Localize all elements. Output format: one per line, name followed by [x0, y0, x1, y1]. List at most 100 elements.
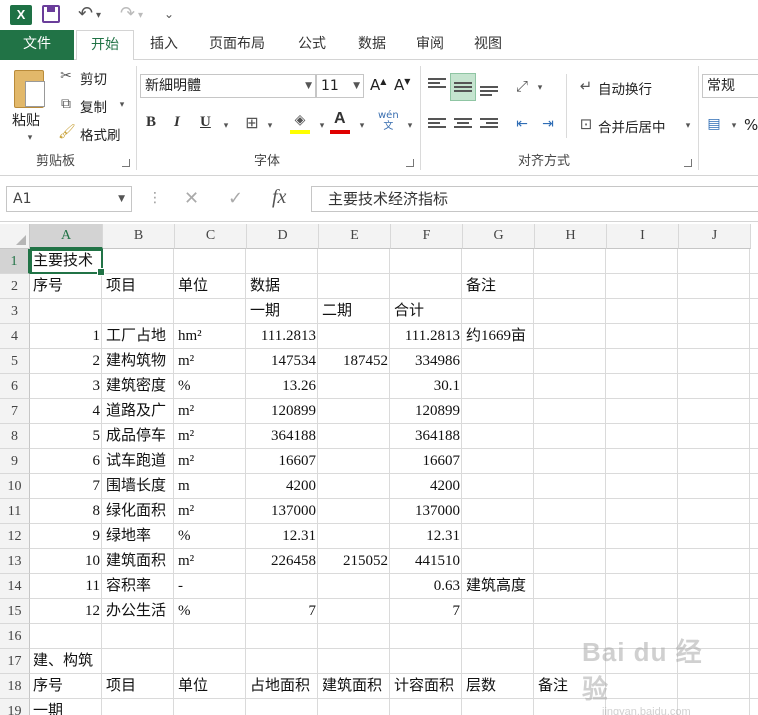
cell-a1[interactable]: 主要技术: [30, 249, 103, 274]
cell-f7[interactable]: 120899: [391, 399, 463, 424]
cell-g12[interactable]: [463, 524, 607, 549]
merge-dropdown-icon[interactable]: ▾: [680, 118, 696, 134]
tab-view[interactable]: 视图: [460, 30, 516, 60]
cell-d18[interactable]: 占地面积: [247, 674, 319, 699]
cell-c13[interactable]: m²: [175, 549, 247, 574]
row-header-10[interactable]: 10: [0, 474, 30, 499]
cell-g14[interactable]: 建筑高度: [463, 574, 607, 599]
cell-f15[interactable]: 7: [391, 599, 463, 624]
cell-a2[interactable]: 序号: [30, 274, 103, 299]
bottom-align-icon[interactable]: [480, 86, 498, 100]
font-color-dropdown-icon[interactable]: ▾: [354, 118, 370, 134]
cell-g15[interactable]: [463, 599, 607, 624]
border-dropdown-icon[interactable]: ▾: [262, 118, 278, 134]
accounting-format-icon[interactable]: ▤: [706, 116, 722, 132]
font-name-select[interactable]: 新細明體 ▼: [140, 74, 316, 98]
increase-font-icon[interactable]: A▲: [370, 76, 386, 94]
cell-d9[interactable]: 16607: [247, 449, 319, 474]
cell-b14[interactable]: 容积率: [103, 574, 175, 599]
select-all-corner[interactable]: [0, 224, 30, 249]
cell-g18[interactable]: 层数: [463, 674, 535, 699]
row-header-13[interactable]: 13: [0, 549, 30, 574]
cell-g10[interactable]: [463, 474, 607, 499]
column-header-d[interactable]: D: [247, 224, 319, 249]
cell-b7[interactable]: 道路及广: [103, 399, 175, 424]
cell-d6[interactable]: 13.26: [247, 374, 319, 399]
cell-d14[interactable]: [247, 574, 319, 599]
tab-home[interactable]: 开始: [76, 30, 134, 61]
cell-g7[interactable]: [463, 399, 607, 424]
cell-e8[interactable]: [319, 424, 391, 449]
tab-data[interactable]: 数据: [344, 30, 400, 60]
row-header-9[interactable]: 9: [0, 449, 30, 474]
row-header-2[interactable]: 2: [0, 274, 30, 299]
cell-d11[interactable]: 137000: [247, 499, 319, 524]
cell-g4[interactable]: 约1669亩: [463, 324, 607, 349]
cell-c2[interactable]: 单位: [175, 274, 247, 299]
cell-c5[interactable]: m²: [175, 349, 247, 374]
cell-c6[interactable]: %: [175, 374, 247, 399]
column-header-b[interactable]: B: [103, 224, 175, 249]
row-header-18[interactable]: 18: [0, 674, 30, 699]
column-header-g[interactable]: G: [463, 224, 535, 249]
cell-e5[interactable]: 187452: [319, 349, 391, 374]
cell-e3[interactable]: 二期: [319, 299, 391, 324]
cell-f9[interactable]: 16607: [391, 449, 463, 474]
cell-e9[interactable]: [319, 449, 391, 474]
underline-dropdown-icon[interactable]: ▾: [218, 118, 234, 134]
font-color-button[interactable]: A: [330, 110, 352, 134]
row-header-16[interactable]: 16: [0, 624, 30, 649]
cell-c4[interactable]: hm²: [175, 324, 247, 349]
cell-e7[interactable]: [319, 399, 391, 424]
cell-f6[interactable]: 30.1: [391, 374, 463, 399]
cell-c8[interactable]: m²: [175, 424, 247, 449]
cell-g13[interactable]: [463, 549, 607, 574]
cell-f3[interactable]: 合计: [391, 299, 463, 324]
cell-f5[interactable]: 334986: [391, 349, 463, 374]
cell-b8[interactable]: 成品停车: [103, 424, 175, 449]
bold-button[interactable]: B: [146, 114, 156, 131]
cell-e15[interactable]: [319, 599, 391, 624]
cell-b12[interactable]: 绿地率: [103, 524, 175, 549]
number-format-select[interactable]: 常规: [702, 74, 758, 98]
tab-review[interactable]: 审阅: [402, 30, 458, 60]
accounting-dropdown-icon[interactable]: ▾: [726, 118, 742, 134]
cell-f12[interactable]: 12.31: [391, 524, 463, 549]
row-header-11[interactable]: 11: [0, 499, 30, 524]
redo-icon[interactable]: ↷: [120, 3, 135, 24]
name-box[interactable]: A1 ▼: [6, 186, 132, 212]
font-launcher-icon[interactable]: [406, 159, 414, 167]
row-header-5[interactable]: 5: [0, 349, 30, 374]
formula-input[interactable]: 主要技术经济指标: [311, 186, 758, 212]
cell-g9[interactable]: [463, 449, 607, 474]
cell-a19[interactable]: 一期: [30, 699, 103, 715]
cell-e10[interactable]: [319, 474, 391, 499]
orientation-icon[interactable]: ⤢: [514, 78, 530, 94]
cell-f14[interactable]: 0.63: [391, 574, 463, 599]
enter-icon[interactable]: ✓: [228, 188, 243, 209]
save-icon[interactable]: [42, 5, 60, 23]
cell-c9[interactable]: m²: [175, 449, 247, 474]
cell-b11[interactable]: 绿化面积: [103, 499, 175, 524]
cell-e4[interactable]: [319, 324, 391, 349]
cell-b10[interactable]: 围墙长度: [103, 474, 175, 499]
row-header-17[interactable]: 17: [0, 649, 30, 674]
paste-dropdown-icon[interactable]: ▾: [22, 130, 38, 146]
cell-d7[interactable]: 120899: [247, 399, 319, 424]
cell-a13[interactable]: 10: [30, 549, 103, 574]
alignment-launcher-icon[interactable]: [684, 159, 692, 167]
clipboard-launcher-icon[interactable]: [122, 159, 130, 167]
column-header-h[interactable]: H: [535, 224, 607, 249]
column-header-f[interactable]: F: [391, 224, 463, 249]
row-header-15[interactable]: 15: [0, 599, 30, 624]
redo-dropdown-icon[interactable]: ▾: [138, 10, 143, 21]
top-align-icon[interactable]: [428, 78, 446, 92]
cell-a6[interactable]: 3: [30, 374, 103, 399]
row-header-14[interactable]: 14: [0, 574, 30, 599]
font-size-select[interactable]: 11 ▼: [316, 74, 364, 98]
phonetic-icon[interactable]: wén 文: [378, 110, 399, 132]
cell-f4[interactable]: 111.2813: [391, 324, 463, 349]
cell-c18[interactable]: 单位: [175, 674, 247, 699]
increase-indent-icon[interactable]: ⇥: [540, 116, 556, 132]
insert-function-icon[interactable]: fx: [272, 186, 286, 209]
